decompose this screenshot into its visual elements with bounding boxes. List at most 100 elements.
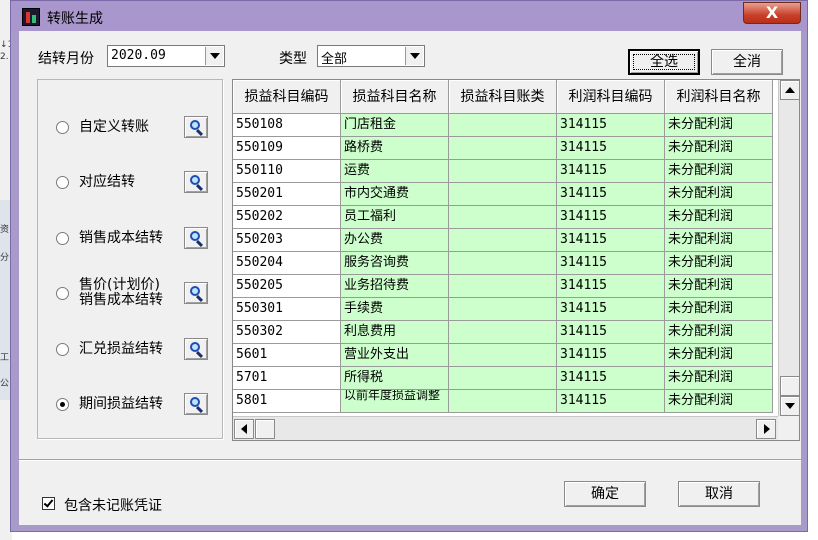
option-custom-transfer[interactable]: 自定义转账 bbox=[38, 108, 224, 148]
chevron-down-icon[interactable] bbox=[405, 47, 423, 65]
table-row[interactable]: 550204 服务咨询费 314115 未分配利润 bbox=[233, 252, 773, 275]
table-cell[interactable]: 以前年度损益调整 bbox=[341, 390, 449, 413]
table-cell[interactable]: 5701 bbox=[233, 367, 341, 390]
table-cell[interactable]: 未分配利润 bbox=[665, 229, 773, 252]
scroll-left-icon[interactable] bbox=[234, 419, 254, 439]
table-cell[interactable]: 员工福利 bbox=[341, 206, 449, 229]
search-icon[interactable] bbox=[184, 393, 208, 415]
table-cell[interactable]: 未分配利润 bbox=[665, 344, 773, 367]
option-period-profit-loss[interactable]: 期间损益结转 bbox=[38, 385, 224, 425]
table-row[interactable]: 5701 所得税 314115 未分配利润 bbox=[233, 367, 773, 390]
radio-button[interactable] bbox=[56, 176, 69, 189]
table-row[interactable]: 5601 营业外支出 314115 未分配利润 bbox=[233, 344, 773, 367]
table-row[interactable]: 550302 利息费用 314115 未分配利润 bbox=[233, 321, 773, 344]
radio-button[interactable] bbox=[56, 343, 69, 356]
table-cell[interactable] bbox=[449, 321, 557, 344]
radio-button-selected[interactable] bbox=[56, 398, 69, 411]
table-row[interactable]: 5801 以前年度损益调整 314115 未分配利润 bbox=[233, 390, 773, 413]
table-row[interactable]: 550110 运费 314115 未分配利润 bbox=[233, 160, 773, 183]
include-unposted-label[interactable]: 包含未记账凭证 bbox=[64, 495, 162, 515]
table-row[interactable]: 550108 门店租金 314115 未分配利润 bbox=[233, 114, 773, 137]
table-cell[interactable]: 550202 bbox=[233, 206, 341, 229]
table-cell[interactable]: 未分配利润 bbox=[665, 183, 773, 206]
table-cell[interactable]: 550110 bbox=[233, 160, 341, 183]
table-cell[interactable]: 550301 bbox=[233, 298, 341, 321]
select-all-button[interactable]: 全选 bbox=[628, 49, 700, 75]
option-exchange-gain-loss[interactable]: 汇兑损益结转 bbox=[38, 330, 224, 370]
search-icon[interactable] bbox=[184, 338, 208, 360]
table-cell[interactable]: 运费 bbox=[341, 160, 449, 183]
option-label[interactable]: 售价(计划价) bbox=[79, 278, 160, 293]
option-corresponding-transfer[interactable]: 对应结转 bbox=[38, 163, 224, 203]
radio-button[interactable] bbox=[56, 287, 69, 300]
option-label[interactable]: 汇兑损益结转 bbox=[79, 342, 163, 357]
table-cell[interactable]: 550205 bbox=[233, 275, 341, 298]
table-cell[interactable]: 314115 bbox=[557, 206, 665, 229]
confirm-button[interactable]: 确定 bbox=[564, 481, 646, 507]
table-cell[interactable]: 市内交通费 bbox=[341, 183, 449, 206]
table-cell[interactable] bbox=[449, 275, 557, 298]
table-cell[interactable]: 营业外支出 bbox=[341, 344, 449, 367]
table-cell[interactable]: 所得税 bbox=[341, 367, 449, 390]
chevron-down-icon[interactable] bbox=[205, 47, 223, 65]
search-icon[interactable] bbox=[184, 171, 208, 193]
scroll-up-icon[interactable] bbox=[780, 80, 799, 100]
include-unposted-checkbox[interactable] bbox=[42, 497, 55, 510]
table-cell[interactable] bbox=[449, 183, 557, 206]
table-cell[interactable] bbox=[449, 137, 557, 160]
radio-button[interactable] bbox=[56, 232, 69, 245]
table-cell[interactable]: 550201 bbox=[233, 183, 341, 206]
table-cell[interactable]: 314115 bbox=[557, 183, 665, 206]
scroll-thumb[interactable] bbox=[780, 376, 799, 396]
table-cell[interactable] bbox=[449, 229, 557, 252]
table-cell[interactable]: 314115 bbox=[557, 137, 665, 160]
table-cell[interactable]: 314115 bbox=[557, 252, 665, 275]
search-icon[interactable] bbox=[184, 227, 208, 249]
option-label[interactable]: 期间损益结转 bbox=[79, 397, 163, 412]
table-row[interactable]: 550201 市内交通费 314115 未分配利润 bbox=[233, 183, 773, 206]
table-row[interactable]: 550205 业务招待费 314115 未分配利润 bbox=[233, 275, 773, 298]
table-cell[interactable]: 未分配利润 bbox=[665, 321, 773, 344]
table-cell[interactable]: 利息费用 bbox=[341, 321, 449, 344]
vertical-scrollbar[interactable] bbox=[778, 80, 799, 416]
scroll-thumb[interactable] bbox=[255, 419, 275, 439]
table-cell[interactable]: 314115 bbox=[557, 367, 665, 390]
table-cell[interactable]: 314115 bbox=[557, 275, 665, 298]
scroll-down-icon[interactable] bbox=[780, 396, 799, 416]
type-select[interactable]: 全部 bbox=[317, 45, 425, 67]
cancel-button[interactable]: 取消 bbox=[678, 481, 760, 507]
table-cell[interactable]: 未分配利润 bbox=[665, 160, 773, 183]
column-header[interactable]: 利润科目名称 bbox=[665, 80, 773, 114]
table-cell[interactable] bbox=[449, 206, 557, 229]
transfer-grid[interactable]: 损益科目编码 损益科目名称 损益科目账类 利润科目编码 利润科目名称 55010… bbox=[232, 79, 800, 441]
table-cell[interactable]: 314115 bbox=[557, 298, 665, 321]
option-label[interactable]: 对应结转 bbox=[79, 175, 135, 190]
table-cell[interactable]: 办公费 bbox=[341, 229, 449, 252]
horizontal-scrollbar[interactable] bbox=[233, 416, 778, 440]
table-cell[interactable]: 550203 bbox=[233, 229, 341, 252]
option-label[interactable]: 自定义转账 bbox=[79, 120, 149, 135]
column-header[interactable]: 损益科目账类 bbox=[449, 80, 557, 114]
table-cell[interactable]: 门店租金 bbox=[341, 114, 449, 137]
table-cell[interactable]: 未分配利润 bbox=[665, 275, 773, 298]
column-header[interactable]: 损益科目名称 bbox=[341, 80, 449, 114]
column-header[interactable]: 利润科目编码 bbox=[557, 80, 665, 114]
option-label[interactable]: 销售成本结转 bbox=[79, 231, 163, 246]
title-bar[interactable]: 转账生成 X bbox=[11, 1, 807, 31]
table-cell[interactable]: 314115 bbox=[557, 229, 665, 252]
table-cell[interactable]: 手续费 bbox=[341, 298, 449, 321]
table-row[interactable]: 550301 手续费 314115 未分配利润 bbox=[233, 298, 773, 321]
table-cell[interactable]: 550108 bbox=[233, 114, 341, 137]
table-cell[interactable]: 550204 bbox=[233, 252, 341, 275]
table-cell[interactable] bbox=[449, 114, 557, 137]
table-cell[interactable] bbox=[449, 298, 557, 321]
table-cell[interactable]: 业务招待费 bbox=[341, 275, 449, 298]
table-cell[interactable] bbox=[449, 160, 557, 183]
table-cell[interactable]: 314115 bbox=[557, 390, 665, 413]
table-cell[interactable]: 未分配利润 bbox=[665, 367, 773, 390]
table-cell[interactable]: 314115 bbox=[557, 160, 665, 183]
table-cell[interactable]: 未分配利润 bbox=[665, 114, 773, 137]
radio-button[interactable] bbox=[56, 121, 69, 134]
table-cell[interactable]: 314115 bbox=[557, 321, 665, 344]
option-planned-price-sales-cost[interactable]: 售价(计划价) 销售成本结转 bbox=[38, 274, 224, 314]
